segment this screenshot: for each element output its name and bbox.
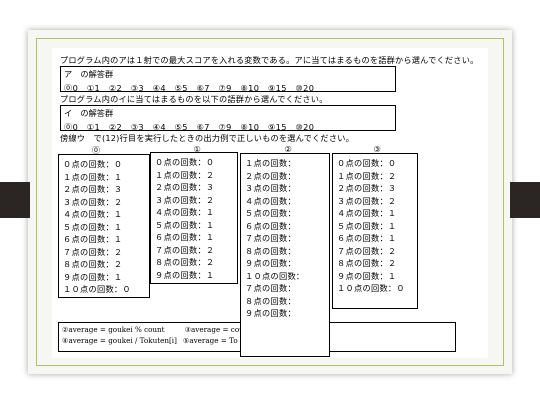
answer-1-line: ３点の回数：２: [155, 194, 215, 205]
answer-0-line: ７点の回数：２: [63, 246, 123, 257]
answer-1-line: ０点の回数：０: [155, 157, 215, 167]
answer-2-line: ６点の回数：: [245, 220, 296, 231]
answer-3-line: １点の回数：２: [337, 170, 397, 181]
answer-1-line: ４点の回数：１: [155, 207, 215, 217]
answer-2-line: ４点の回数：: [245, 195, 296, 206]
answer-0-line: ０点の回数：０: [63, 159, 123, 169]
answer-0-line: １点の回数：１: [63, 171, 123, 182]
answer-3-line: ９点の回数：１: [337, 270, 397, 281]
answer-3-line: ５点の回数：１: [337, 220, 397, 231]
bottom-option-4: ④average = goukei / Tokuten[i]: [62, 336, 177, 345]
question-u-text: 傍線ウ で(12)行目を実行したときの出力例で正しいものを選んでください。: [60, 133, 354, 143]
slide-content: プログラム内のアは１射での最大スコアを入れる変数である。アに当てはまるものを語群…: [52, 48, 488, 358]
bottom-option-2: ②average = goukei % count: [62, 325, 165, 334]
answer-group-i-title: イ の解答群: [64, 108, 114, 118]
answer-2-line: ３点の回数：: [245, 183, 296, 193]
answer-group-a-title: ア の解答群: [64, 69, 114, 79]
answer-1-line: ２点の回数：３: [155, 182, 215, 192]
right-binder-clip: [510, 182, 540, 218]
answer-3-line: ６点の回数：１: [337, 233, 397, 243]
answer-group-a: ア の解答群 ⓪0 ①1 ②2 ③3 ④4 ⑤5 ⑥7 ⑦9 ⑧10 ⑨15 ⑩…: [60, 66, 396, 93]
answer-2-line: １０点の回数：: [245, 270, 305, 281]
answer-0-line: １０点の回数：０: [63, 284, 131, 294]
answer-group-i: イ の解答群 ⓪0 ①1 ②2 ③3 ④4 ⑤5 ⑥7 ⑦9 ⑧10 ⑨15 ⑩…: [60, 105, 396, 132]
answer-option-2[interactable]: １点の回数： ２点の回数： ３点の回数： ４点の回数： ５点の回数： ６点の回数…: [240, 153, 330, 357]
answer-2-line: ８点の回数：: [245, 295, 296, 306]
left-binder-clip: [0, 182, 30, 218]
answer-3-line: ７点の回数：２: [337, 245, 397, 256]
answer-3-line: ８点の回数：２: [337, 258, 397, 268]
answer-2-line: ７点の回数：: [245, 233, 296, 243]
bottom-option-5: ⑤average = To: [182, 336, 238, 345]
answer-0-line: ６点の回数：１: [63, 234, 123, 244]
answer-2-line: ５点の回数：: [245, 208, 296, 218]
answer-0-line: ４点の回数：１: [63, 209, 123, 219]
answer-2-line: ９点の回数：: [245, 308, 296, 318]
answer-0-line: ９点の回数：１: [63, 271, 123, 282]
answer-3-line: ３点の回数：２: [337, 195, 397, 206]
answer-1-line: ９点の回数：１: [155, 269, 215, 280]
question-a-text: プログラム内のアは１射での最大スコアを入れる変数である。アに当てはまるものを語群…: [60, 55, 479, 65]
bottom-option-3: ③average = cou: [184, 325, 244, 334]
answer-2-line: ２点の回数：: [245, 170, 296, 181]
answer-3-line: ０点の回数：０: [337, 158, 397, 168]
answer-option-0[interactable]: ０点の回数：０ １点の回数：１ ２点の回数：３ ３点の回数：２ ４点の回数：１ …: [58, 154, 150, 298]
answer-1-line: ６点の回数：１: [155, 232, 215, 242]
answer-0-line: ５点の回数：１: [63, 221, 123, 232]
answer-0-line: ２点の回数：３: [63, 184, 123, 194]
answer-2-line: １点の回数：: [245, 158, 296, 168]
answer-1-line: ８点の回数：２: [155, 257, 215, 267]
question-i-text: プログラム内のイに当てはまるものを以下の語群から選んでください。: [60, 94, 328, 104]
answer-2-line: ７点の回数：: [245, 283, 296, 293]
answer-2-line: ８点の回数：: [245, 245, 296, 256]
answer-1-line: ７点の回数：２: [155, 244, 215, 255]
answer-option-1[interactable]: ０点の回数：０ １点の回数：２ ２点の回数：３ ３点の回数：２ ４点の回数：１ …: [150, 152, 238, 284]
answer-0-line: ３点の回数：２: [63, 196, 123, 207]
answer-3-line: ２点の回数：３: [337, 183, 397, 193]
answer-2-line: ９点の回数：: [245, 258, 296, 268]
answer-option-3[interactable]: ０点の回数：０ １点の回数：２ ２点の回数：３ ３点の回数：２ ４点の回数：１ …: [332, 153, 418, 309]
answer-3-line: ４点の回数：１: [337, 208, 397, 218]
answer-1-line: １点の回数：２: [155, 169, 215, 180]
answer-0-line: ８点の回数：２: [63, 259, 123, 269]
answer-1-line: ５点の回数：１: [155, 219, 215, 230]
answer-3-line: １０点の回数：０: [337, 283, 405, 293]
